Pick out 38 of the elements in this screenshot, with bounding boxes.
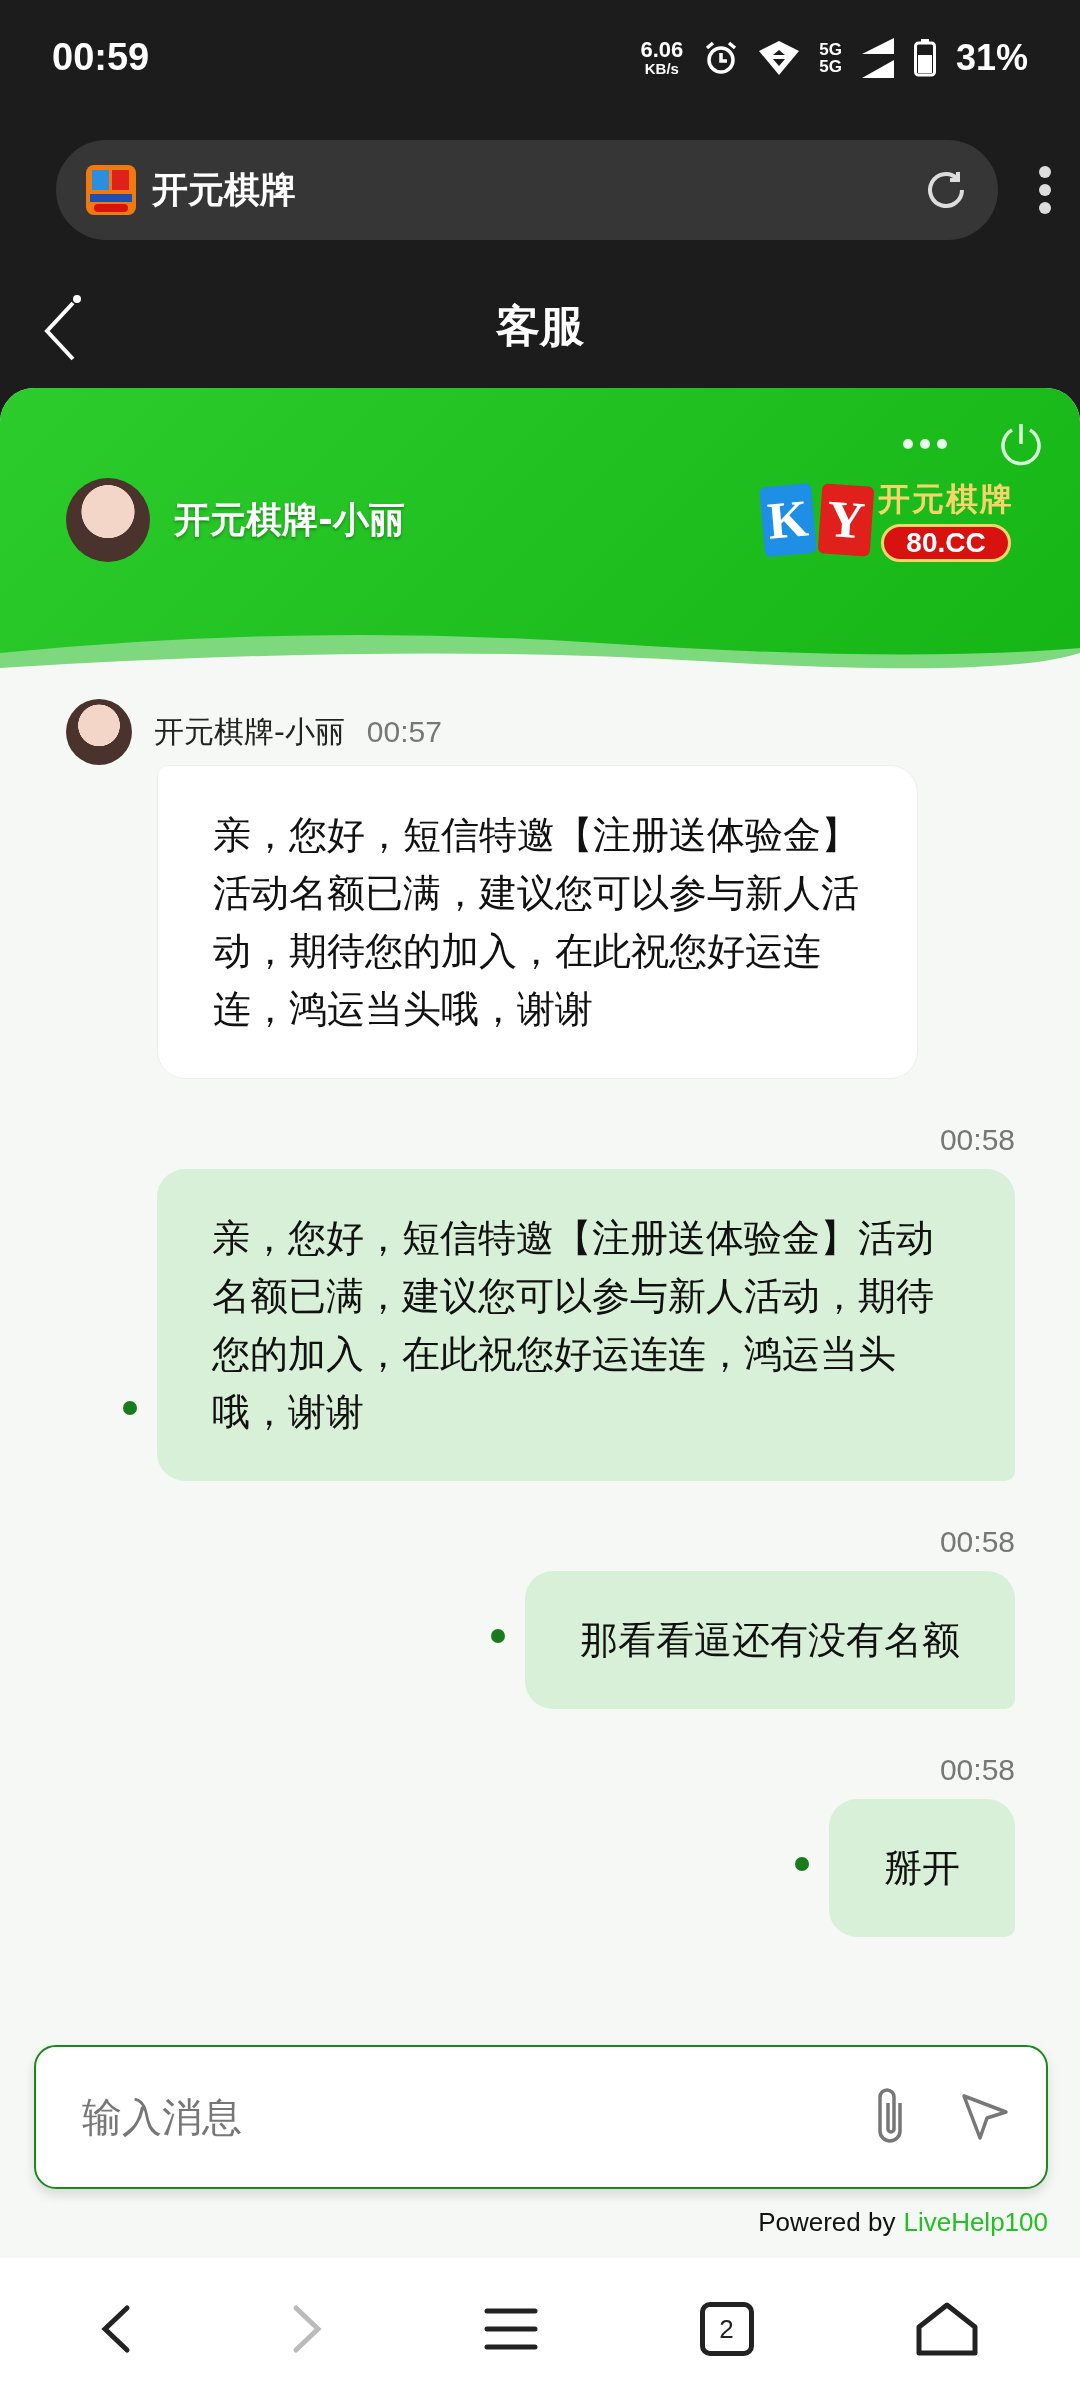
message-input[interactable]: 输入消息 [80,2093,820,2141]
status-time: 00:59 [52,36,150,79]
home-icon[interactable] [915,2301,980,2357]
network-type: 5G [819,40,842,58]
battery-icon [913,38,936,77]
wifi-icon [759,40,800,75]
tabs-button[interactable]: 2 [699,2302,754,2356]
sent-indicator [123,1401,137,1415]
send-icon[interactable] [960,2092,1010,2142]
net-speed: 6.06 [640,39,684,61]
more-menu-icon[interactable] [1038,165,1052,215]
logo-card: Y [817,483,875,557]
logo-name: 开元棋牌 [878,479,1014,520]
agent-name: 开元棋牌-小丽 [174,497,406,542]
site-title: 开元棋牌 [152,167,297,212]
message-bubble: 掰开 [829,1799,1015,1937]
message-time: 00:58 [939,1525,1015,1559]
address-bar[interactable]: 开元棋牌 [56,140,998,240]
site-favicon-icon [86,165,136,215]
message-time: 00:57 [366,715,442,749]
sent-indicator [491,1629,505,1643]
powered-by-text: Powered by [758,2207,896,2238]
message-bubble: 亲，您好，短信特邀【注册送体验金】活动名额已满，建议您可以参与新人活动，期待您的加入，在此祝您好运连连，鸿运当头哦，谢谢 [157,1169,1015,1481]
sent-indicator [795,1857,809,1871]
logo-card: K [759,482,817,558]
sender-name: 开元棋牌-小丽 [154,712,345,751]
menu-icon[interactable] [484,2307,538,2351]
network-type: 5G [819,57,842,75]
signal-icon [861,37,894,78]
message-time: 00:58 [939,1123,1015,1157]
message-bubble: 亲，您好，短信特邀【注册送体验金】活动名额已满，建议您可以参与新人活动，期待您的加入，在此祝您好运连连，鸿运当头哦，谢谢 [157,765,918,1079]
back-icon[interactable] [100,2304,131,2354]
net-speed-unit: KB/s [644,61,679,76]
page-title: 客服 [496,299,584,353]
logo-domain: 80.CC [881,524,1011,562]
message-bubble: 那看看逼还有没有名额 [525,1571,1015,1709]
battery-level: 31% [955,36,1028,79]
message-time: 00:58 [939,1753,1015,1787]
